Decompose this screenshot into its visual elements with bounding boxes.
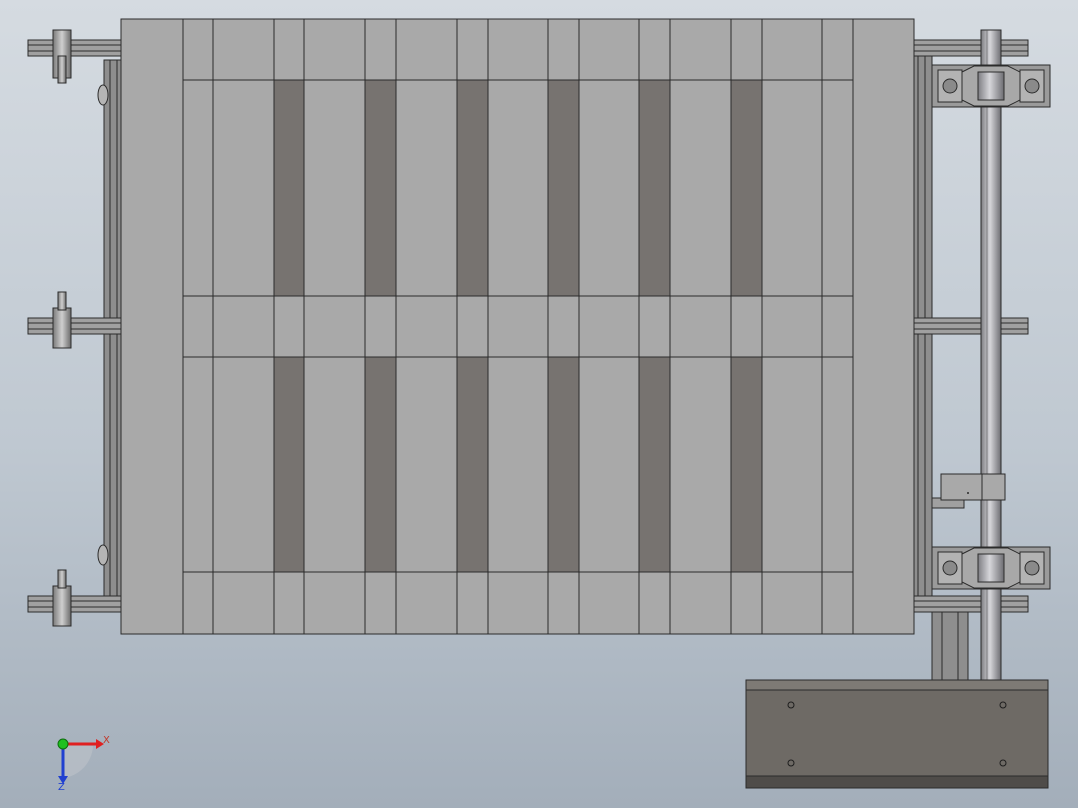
conveyor-deck[interactable] — [120, 18, 915, 635]
coordinate-triad: X Z — [57, 735, 110, 793]
x-axis-label: X — [103, 735, 110, 746]
cad-viewport-svg[interactable]: X Z — [0, 0, 1078, 808]
pillow-block-bearing-top[interactable] — [931, 64, 1051, 108]
right-sprocket-top[interactable] — [911, 39, 1029, 57]
y-axis-dot — [57, 738, 69, 750]
gear-motor-box[interactable] — [745, 679, 1049, 789]
z-axis-label: Z — [58, 782, 65, 793]
right-sprocket-bottom[interactable] — [911, 595, 1029, 613]
cad-graphics-area[interactable]: X Z — [0, 0, 1078, 808]
pillow-block-bearing-bottom[interactable] — [931, 546, 1051, 590]
right-sprocket-middle[interactable] — [911, 317, 1029, 335]
motor-support-column[interactable] — [931, 611, 969, 683]
